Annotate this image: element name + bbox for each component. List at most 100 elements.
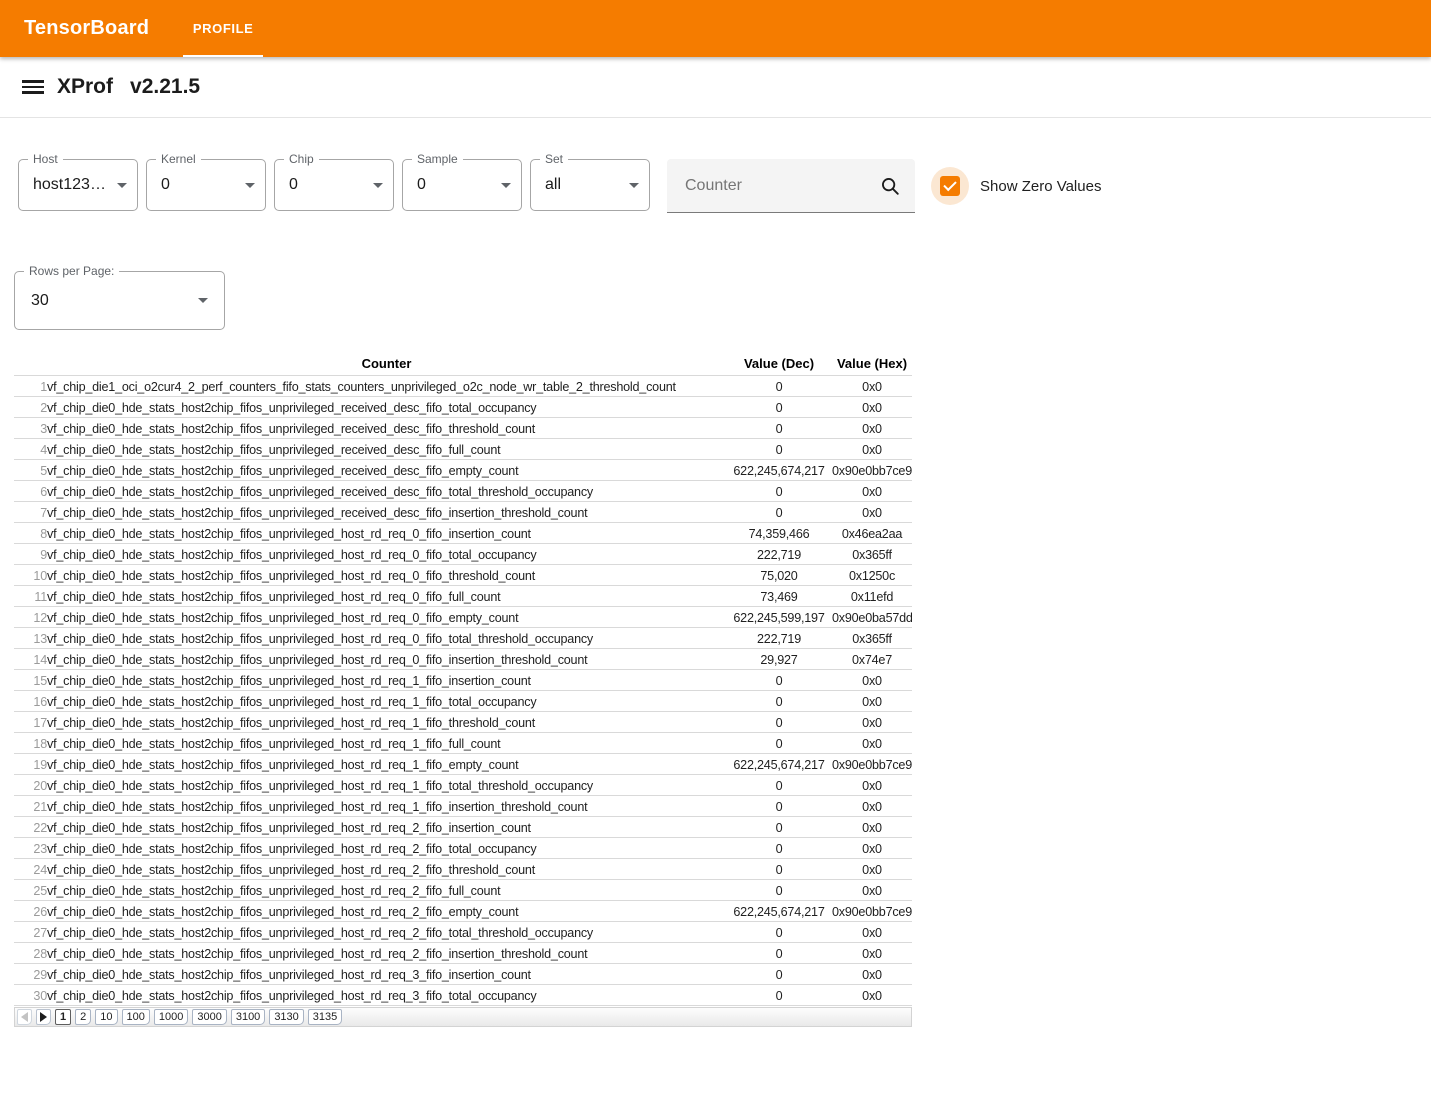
table-row[interactable]: 16 vf_chip_die0_hde_stats_host2chip_fifo… (14, 691, 912, 712)
table-row[interactable]: 23 vf_chip_die0_hde_stats_host2chip_fifo… (14, 838, 912, 859)
set-select-value: all (545, 176, 625, 194)
row-index: 15 (14, 670, 47, 691)
row-counter-name: vf_chip_die0_hde_stats_host2chip_fifos_u… (47, 628, 726, 649)
row-value-dec: 29,927 (726, 649, 832, 670)
row-index: 25 (14, 880, 47, 901)
tensorboard-logo: TensorBoard (0, 17, 149, 40)
table-row[interactable]: 2 vf_chip_die0_hde_stats_host2chip_fifos… (14, 397, 912, 418)
page-number-button[interactable]: 1 (55, 1009, 71, 1025)
table-row[interactable]: 9 vf_chip_die0_hde_stats_host2chip_fifos… (14, 544, 912, 565)
row-value-dec: 0 (726, 859, 832, 880)
row-value-dec: 0 (726, 502, 832, 523)
table-row[interactable]: 25 vf_chip_die0_hde_stats_host2chip_fifo… (14, 880, 912, 901)
row-counter-name: vf_chip_die0_hde_stats_host2chip_fifos_u… (47, 649, 726, 670)
search-icon[interactable] (879, 175, 901, 197)
table-row[interactable]: 5 vf_chip_die0_hde_stats_host2chip_fifos… (14, 460, 912, 481)
table-row[interactable]: 27 vf_chip_die0_hde_stats_host2chip_fifo… (14, 922, 912, 943)
page-number-button[interactable]: 3100 (231, 1009, 265, 1025)
row-counter-name: vf_chip_die0_hde_stats_host2chip_fifos_u… (47, 943, 726, 964)
kernel-select-label: Kernel (156, 152, 201, 166)
show-zero-values-label: Show Zero Values (980, 178, 1101, 195)
row-value-dec: 0 (726, 964, 832, 985)
table-row[interactable]: 24 vf_chip_die0_hde_stats_host2chip_fifo… (14, 859, 912, 880)
xprof-toolbar: XProf v2.21.5 (0, 57, 1431, 118)
row-index: 27 (14, 922, 47, 943)
table-row[interactable]: 10 vf_chip_die0_hde_stats_host2chip_fifo… (14, 565, 912, 586)
table-row[interactable]: 13 vf_chip_die0_hde_stats_host2chip_fifo… (14, 628, 912, 649)
host-select[interactable]: Host host123… (18, 159, 138, 211)
table-row[interactable]: 7 vf_chip_die0_hde_stats_host2chip_fifos… (14, 502, 912, 523)
table-row[interactable]: 4 vf_chip_die0_hde_stats_host2chip_fifos… (14, 439, 912, 460)
table-row[interactable]: 21 vf_chip_die0_hde_stats_host2chip_fifo… (14, 796, 912, 817)
table-row[interactable]: 28 vf_chip_die0_hde_stats_host2chip_fifo… (14, 943, 912, 964)
row-counter-name: vf_chip_die0_hde_stats_host2chip_fifos_u… (47, 523, 726, 544)
counter-column-header: Counter (47, 353, 726, 376)
table-row[interactable]: 18 vf_chip_die0_hde_stats_host2chip_fifo… (14, 733, 912, 754)
row-index: 20 (14, 775, 47, 796)
row-value-hex: 0x0 (832, 670, 912, 691)
row-value-hex: 0x365ff (832, 544, 912, 565)
show-zero-values-checkbox[interactable] (931, 167, 969, 205)
row-index: 6 (14, 481, 47, 502)
page-number-button[interactable]: 3000 (192, 1009, 226, 1025)
table-row[interactable]: 17 vf_chip_die0_hde_stats_host2chip_fifo… (14, 712, 912, 733)
row-counter-name: vf_chip_die0_hde_stats_host2chip_fifos_u… (47, 607, 726, 628)
row-index: 5 (14, 460, 47, 481)
row-value-dec: 622,245,599,197 (726, 607, 832, 628)
table-row[interactable]: 1 vf_chip_die1_oci_o2cur4_2_perf_counter… (14, 376, 912, 397)
xprof-title: XProf (57, 75, 113, 99)
table-row[interactable]: 6 vf_chip_die0_hde_stats_host2chip_fifos… (14, 481, 912, 502)
hamburger-icon[interactable] (22, 77, 44, 97)
tab-profile[interactable]: PROFILE (183, 0, 263, 57)
table-row[interactable]: 8 vf_chip_die0_hde_stats_host2chip_fifos… (14, 523, 912, 544)
row-value-dec: 0 (726, 481, 832, 502)
prev-page-button[interactable] (17, 1009, 32, 1025)
table-row[interactable]: 30 vf_chip_die0_hde_stats_host2chip_fifo… (14, 985, 912, 1006)
table-row[interactable]: 19 vf_chip_die0_hde_stats_host2chip_fifo… (14, 754, 912, 775)
page-number-button[interactable]: 1000 (154, 1009, 188, 1025)
page-number-button[interactable]: 100 (122, 1009, 150, 1025)
row-value-dec: 75,020 (726, 565, 832, 586)
row-counter-name: vf_chip_die0_hde_stats_host2chip_fifos_u… (47, 397, 726, 418)
row-value-hex: 0x0 (832, 481, 912, 502)
row-value-hex: 0x0 (832, 712, 912, 733)
chip-select[interactable]: Chip 0 (274, 159, 394, 211)
page-number-button[interactable]: 3135 (308, 1009, 342, 1025)
set-select[interactable]: Set all (530, 159, 650, 211)
row-value-hex: 0x0 (832, 439, 912, 460)
page-number-button[interactable]: 10 (95, 1009, 117, 1025)
table-row[interactable]: 11 vf_chip_die0_hde_stats_host2chip_fifo… (14, 586, 912, 607)
counter-search-input[interactable] (683, 176, 879, 196)
next-page-button[interactable] (36, 1009, 51, 1025)
chip-select-value: 0 (289, 176, 369, 194)
triangle-left-icon (21, 1012, 28, 1022)
sample-select[interactable]: Sample 0 (402, 159, 522, 211)
row-value-hex: 0x0 (832, 775, 912, 796)
page-number-button[interactable]: 3130 (269, 1009, 303, 1025)
table-row[interactable]: 12 vf_chip_die0_hde_stats_host2chip_fifo… (14, 607, 912, 628)
row-value-hex: 0x0 (832, 691, 912, 712)
row-index: 10 (14, 565, 47, 586)
show-zero-values-group: Show Zero Values (931, 159, 1101, 213)
row-counter-name: vf_chip_die0_hde_stats_host2chip_fifos_u… (47, 544, 726, 565)
row-index: 19 (14, 754, 47, 775)
table-row[interactable]: 14 vf_chip_die0_hde_stats_host2chip_fifo… (14, 649, 912, 670)
page-number-button[interactable]: 2 (75, 1009, 91, 1025)
table-row[interactable]: 20 vf_chip_die0_hde_stats_host2chip_fifo… (14, 775, 912, 796)
table-row[interactable]: 22 vf_chip_die0_hde_stats_host2chip_fifo… (14, 817, 912, 838)
row-index: 18 (14, 733, 47, 754)
value-hex-column-header: Value (Hex) (832, 353, 912, 376)
row-value-hex: 0x0 (832, 859, 912, 880)
table-row[interactable]: 26 vf_chip_die0_hde_stats_host2chip_fifo… (14, 901, 912, 922)
table-row[interactable]: 3 vf_chip_die0_hde_stats_host2chip_fifos… (14, 418, 912, 439)
table-row[interactable]: 15 vf_chip_die0_hde_stats_host2chip_fifo… (14, 670, 912, 691)
row-value-hex: 0x1250c (832, 565, 912, 586)
row-index: 28 (14, 943, 47, 964)
kernel-select[interactable]: Kernel 0 (146, 159, 266, 211)
table-row[interactable]: 29 vf_chip_die0_hde_stats_host2chip_fifo… (14, 964, 912, 985)
chevron-down-icon (501, 183, 511, 188)
table-header-row: Counter Value (Dec) Value (Hex) (14, 353, 912, 376)
row-index: 14 (14, 649, 47, 670)
row-counter-name: vf_chip_die0_hde_stats_host2chip_fifos_u… (47, 817, 726, 838)
rows-per-page-select[interactable]: Rows per Page: 30 (14, 271, 225, 330)
